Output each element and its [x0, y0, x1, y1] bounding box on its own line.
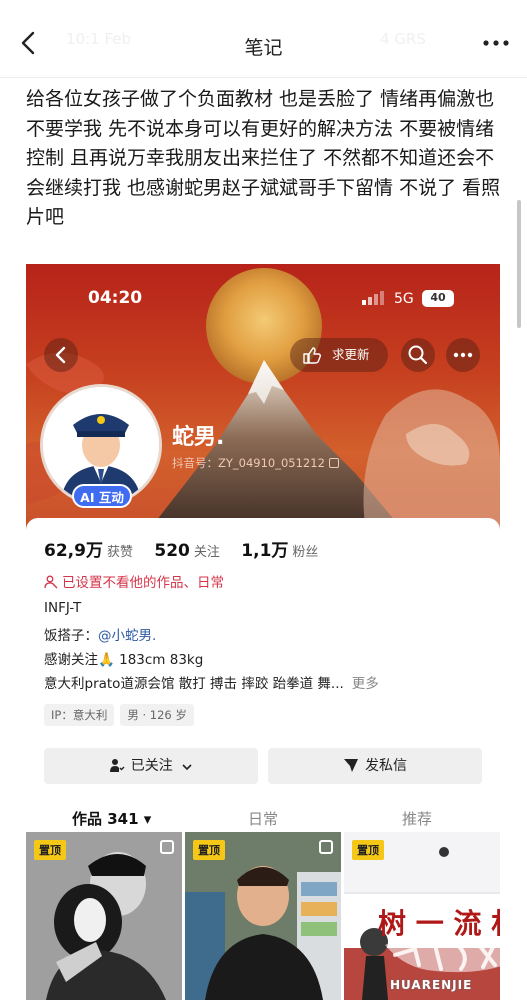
- likes-count: 62,9万: [44, 541, 103, 561]
- ai-interaction-badge[interactable]: AI 互动: [72, 484, 132, 508]
- tab-daily[interactable]: 日常: [248, 808, 278, 829]
- video-thumbnail[interactable]: 置顶: [26, 832, 182, 1000]
- thumbs-hand-icon: [303, 347, 322, 364]
- bio-mention-link[interactable]: @小蛇男.: [98, 628, 156, 644]
- followers-count[interactable]: 1,1万: [241, 541, 288, 561]
- bio-line-club: 意大利prato道源会馆 散打 搏击 摔跤 跆拳道 舞... 更多: [44, 672, 379, 692]
- tab-works[interactable]: 作品 341 ▾: [72, 808, 151, 829]
- scrollbar[interactable]: [517, 200, 521, 328]
- bio-line-buddy: 饭搭子：@小蛇男.: [44, 624, 156, 644]
- search-icon: [408, 345, 428, 365]
- profile-nickname: 蛇男.: [172, 425, 225, 450]
- request-update-button[interactable]: 求更新: [290, 338, 388, 372]
- bio-more-link[interactable]: 更多: [352, 676, 379, 692]
- send-icon: [344, 759, 358, 772]
- profile-douyin-id: 抖音号：ZY_04910_051212: [172, 455, 339, 471]
- chevron-down-icon: [182, 764, 192, 771]
- bio-club-text: 意大利prato道源会馆 散打 搏击 摔跤 跆拳道 舞...: [44, 676, 344, 692]
- blocked-notice[interactable]: 已设置不看他的作品、日常: [44, 571, 224, 591]
- more-dots-icon: [453, 352, 473, 358]
- tab-recommended[interactable]: 推荐: [402, 808, 432, 829]
- bio-line-mbti: INFJ-T: [44, 600, 82, 616]
- multi-image-icon: [160, 840, 174, 854]
- battery-indicator: 40: [422, 290, 454, 307]
- following-button-label: 已关注: [130, 758, 173, 774]
- user-blocked-icon: [44, 575, 58, 589]
- douyin-id-text: 抖音号：ZY_04910_051212: [172, 456, 325, 470]
- pinned-badge: 置顶: [34, 840, 66, 860]
- profile-stats: 62,9万 获赞 520 关注 1,1万 粉丝: [44, 536, 334, 561]
- signal-bars-icon: [362, 291, 384, 305]
- top-nav-bar: 10:1 Feb 笔记 4 GRS: [0, 0, 527, 78]
- multi-image-icon: [319, 840, 333, 854]
- pinned-badge: 置顶: [193, 840, 225, 860]
- video-thumbnail[interactable]: 置顶: [185, 832, 341, 1000]
- following-button[interactable]: 已关注: [44, 748, 258, 784]
- following-label[interactable]: 关注: [194, 545, 220, 560]
- profile-header-banner: 04:20 5G 40 求更新 AI 互动 蛇男. 抖音号：ZY_04910_0…: [26, 264, 500, 534]
- embedded-profile-screenshot[interactable]: 04:20 5G 40 求更新 AI 互动 蛇男. 抖音号：ZY_04910_0…: [26, 264, 500, 1000]
- profile-tags: IP：意大利男 · 126 岁: [44, 704, 200, 726]
- status-time: 04:20: [88, 288, 143, 308]
- faded-status-right: 4 GRS: [380, 30, 426, 48]
- copy-icon[interactable]: [328, 458, 339, 468]
- pinned-badge: 置顶: [352, 840, 384, 860]
- blocked-notice-text: 已设置不看他的作品、日常: [62, 575, 224, 591]
- profile-more-button[interactable]: [446, 338, 480, 372]
- profile-search-button[interactable]: [401, 338, 435, 372]
- user-check-icon: [109, 759, 125, 772]
- back-chevron-icon: [55, 346, 66, 364]
- gender-age-tag: 男 · 126 岁: [120, 704, 194, 726]
- following-count[interactable]: 520: [154, 541, 190, 561]
- bio-line-stats: 感谢关注🙏 183cm 83kg: [44, 652, 204, 668]
- likes-label: 获赞: [106, 545, 133, 560]
- page-title: 笔记: [244, 37, 283, 59]
- watermark-text: HUARENJIE: [390, 978, 473, 992]
- more-options-icon[interactable]: [481, 30, 511, 56]
- ip-location-tag: IP：意大利: [44, 704, 115, 726]
- profile-back-button[interactable]: [44, 338, 78, 372]
- send-message-button[interactable]: 发私信: [268, 748, 482, 784]
- post-body-text: 给各位女孩子做了个负面教材 也是丢脸了 情绪再偏激也不要学我 先不说本身可以有更…: [26, 88, 501, 228]
- send-message-label: 发私信: [365, 758, 407, 774]
- request-update-label: 求更新: [332, 347, 370, 362]
- profile-action-buttons: 已关注 发私信: [44, 748, 482, 784]
- status-network: 5G: [394, 291, 414, 307]
- bio-buddy-prefix: 饭搭子：: [44, 628, 98, 644]
- followers-label[interactable]: 粉丝: [292, 545, 318, 560]
